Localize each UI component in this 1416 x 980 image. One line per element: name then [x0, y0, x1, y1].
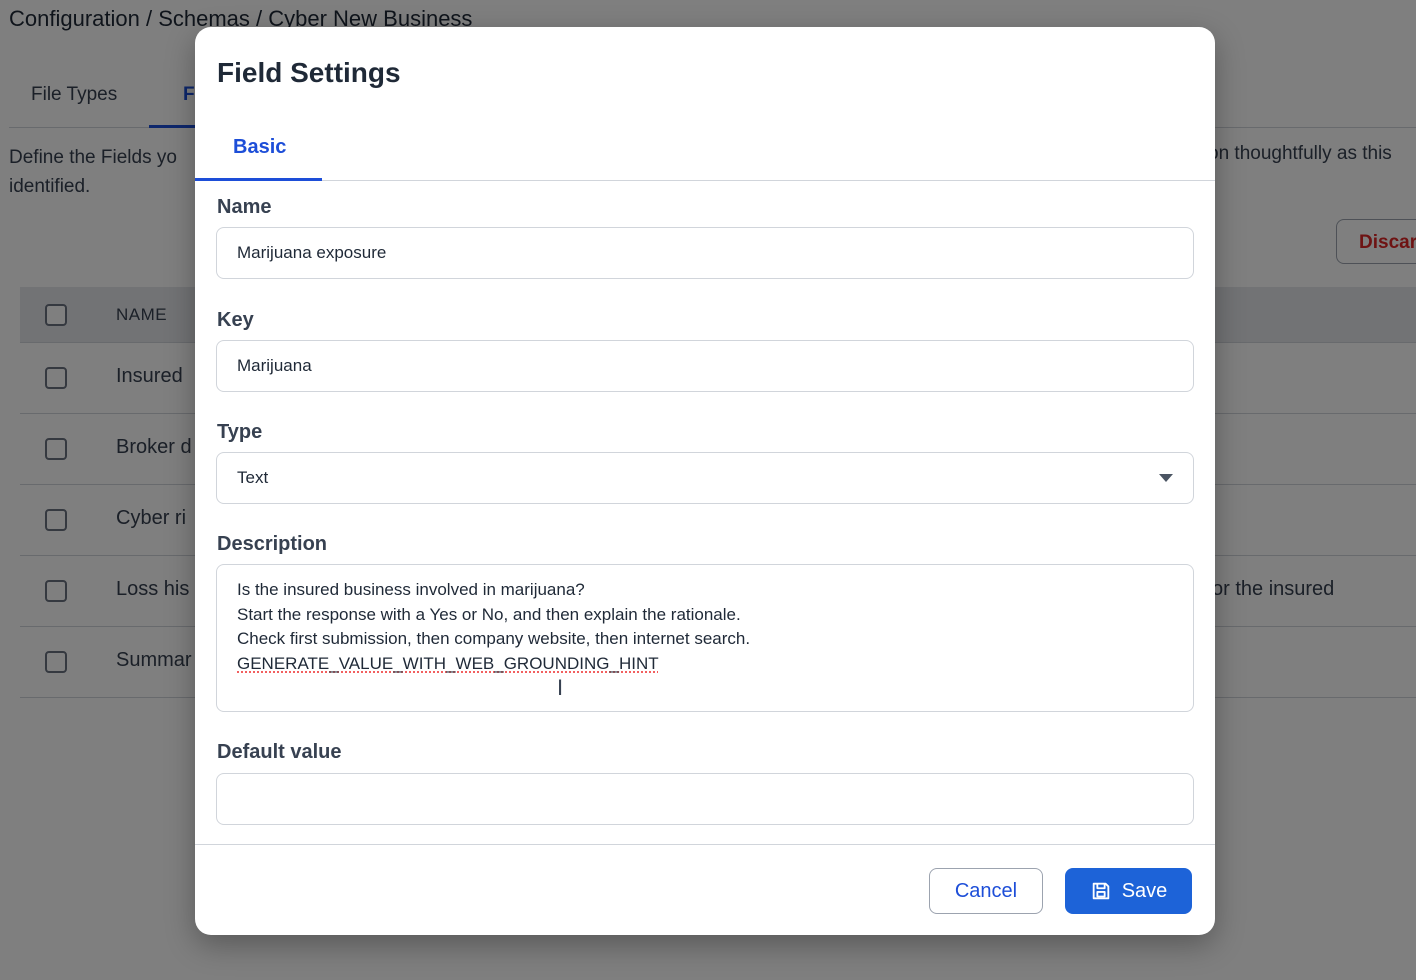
default-value-label: Default value	[217, 741, 342, 763]
floppy-disk-icon	[1092, 882, 1109, 900]
text-cursor-icon: I	[557, 675, 564, 700]
dialog-tabs: Basic	[195, 117, 1215, 181]
field-settings-dialog: Field Settings Basic Name Key Type Text …	[195, 27, 1215, 935]
description-label: Description	[217, 533, 328, 555]
cancel-button[interactable]: Cancel	[929, 868, 1043, 914]
type-select-value: Text	[237, 468, 269, 487]
name-label: Name	[217, 196, 272, 218]
dialog-title: Field Settings	[217, 57, 401, 88]
save-button[interactable]: Save	[1065, 868, 1192, 914]
name-input[interactable]	[216, 227, 1194, 279]
default-value-input[interactable]	[216, 773, 1194, 825]
dialog-footer: Cancel Save	[195, 844, 1215, 935]
type-label: Type	[217, 421, 263, 443]
key-label: Key	[217, 309, 254, 331]
description-textarea[interactable]: Is the insured business involved in mari…	[216, 564, 1194, 712]
key-input[interactable]	[216, 340, 1194, 392]
type-select[interactable]: Text	[216, 452, 1194, 504]
save-button-label: Save	[1121, 879, 1168, 902]
tab-basic[interactable]: Basic	[195, 117, 322, 181]
chevron-down-icon	[1159, 474, 1173, 482]
